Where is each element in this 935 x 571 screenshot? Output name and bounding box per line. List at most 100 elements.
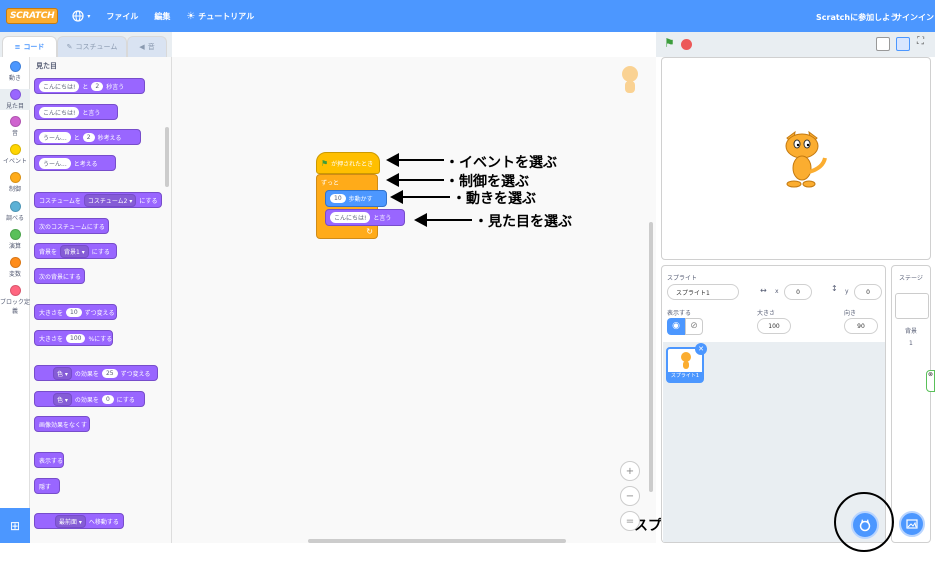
change-effect-block[interactable]: 色 ▾ の効果を 25 ずつ変える [34, 365, 158, 381]
join-link[interactable]: Scratchに参加しよう [816, 12, 898, 23]
stop-button[interactable] [681, 39, 692, 50]
file-menu[interactable]: ファイル [106, 11, 138, 22]
block-text: と言う [82, 109, 101, 117]
think-text-input[interactable]: うーん... [39, 157, 71, 169]
switch-backdrop-block[interactable]: 背景を 背景1 ▾ にする [34, 243, 117, 259]
size-input[interactable]: 100 [757, 318, 791, 334]
tab-sound[interactable]: ◀ 音 [127, 36, 167, 57]
script-workspace[interactable]: ⚑ が押されたとき ずっと ↻ 10 歩動かす こんにちは! と言う ・イベントを選ぶ… [172, 57, 828, 543]
block-text: ずつ変える [84, 309, 115, 317]
category-3[interactable]: イベント [0, 144, 30, 165]
sprite-name-input[interactable]: スプライト1 [667, 284, 739, 300]
cat-sprite-icon[interactable] [779, 128, 829, 190]
say-text-input[interactable]: こんにちは! [39, 80, 80, 92]
effect-dropdown[interactable]: 色 ▾ [53, 392, 72, 406]
stage-selector[interactable]: ステージ 背景 1 [891, 265, 931, 543]
costume-dropdown[interactable]: コスチューム2 ▾ [83, 193, 137, 207]
sprite-tile[interactable]: ✕ スプライト1 [666, 343, 707, 383]
go-to-layer-block[interactable]: 最前面 ▾ へ移動する [34, 513, 124, 529]
block-palette: 見た目 こんにちは! と 2 秒言う こんにちは! と言う うーん... と 2 秒考える う… [30, 57, 172, 543]
workspace-v-scrollbar[interactable] [649, 222, 653, 492]
add-extension-button[interactable]: ⊞ [0, 508, 30, 543]
say-block[interactable]: こんにちは! と言う [34, 104, 118, 120]
next-backdrop-block[interactable]: 次の背景にする [34, 268, 85, 284]
block-text: 秒言う [106, 83, 125, 91]
zoom-reset-button[interactable]: = [620, 511, 640, 531]
backdrop-thumbnail[interactable] [895, 293, 929, 319]
block-text: にする [139, 197, 158, 205]
say-block-script[interactable]: こんにちは! と言う [325, 209, 405, 226]
layer-dropdown[interactable]: 最前面 ▾ [55, 514, 86, 528]
speaker-icon: ◀ [139, 43, 145, 51]
hide-visible-button[interactable]: ⊘ [685, 318, 703, 335]
brush-icon: ✎ [66, 43, 73, 51]
category-7[interactable]: 変数 [0, 257, 30, 278]
fullscreen-icon[interactable]: ⛶ [917, 36, 924, 47]
category-label: 動き [8, 75, 21, 82]
size-change-input[interactable]: 10 [66, 307, 82, 317]
show-visible-button[interactable]: ◉ [667, 318, 685, 335]
next-costume-block[interactable]: 次のコスチュームにする [34, 218, 109, 234]
category-label: ブロック定義 [0, 299, 31, 315]
category-0[interactable]: 動き [0, 61, 30, 82]
say-for-secs-block[interactable]: こんにちは! と 2 秒言う [34, 78, 145, 94]
delete-sprite-button[interactable]: ✕ [695, 343, 707, 355]
tutorial-menu[interactable]: ☀ チュートリアル [186, 11, 254, 22]
show-block[interactable]: 表示する [34, 452, 64, 468]
tab-costume[interactable]: ✎ コスチューム [57, 36, 127, 57]
clear-effects-block[interactable]: 画像効果をなくす [34, 416, 90, 432]
zoom-out-button[interactable]: − [620, 486, 640, 506]
set-effect-block[interactable]: 色 ▾ の効果を 0 にする [34, 391, 145, 407]
scratch-logo[interactable]: SCRATCH [6, 8, 59, 24]
x-input[interactable]: 0 [784, 284, 812, 300]
category-5[interactable]: 調べる [0, 201, 30, 222]
language-menu[interactable]: ▾ [72, 10, 90, 22]
change-size-block[interactable]: 大きさを 10 ずつ変える [34, 304, 117, 320]
say-input[interactable]: こんにちは! [330, 212, 371, 223]
normal-stage-button[interactable] [896, 37, 910, 51]
effect-input[interactable]: 0 [101, 394, 114, 404]
tab-code[interactable]: ≡ コード [2, 36, 57, 57]
show-label: 表示する [667, 310, 692, 317]
category-6[interactable]: 演算 [0, 229, 30, 250]
effect-dropdown[interactable]: 色 ▾ [53, 366, 72, 380]
secs-input[interactable]: 2 [91, 81, 104, 91]
effect-change-input[interactable]: 25 [101, 368, 118, 378]
zoom-in-button[interactable]: + [620, 461, 640, 481]
secs-input[interactable]: 2 [82, 132, 95, 142]
cat-add-icon [859, 519, 871, 532]
move-steps-block[interactable]: 10 歩動かす [325, 190, 387, 207]
hide-block[interactable]: 隠す [34, 478, 60, 494]
extension-badge-icon[interactable]: ⊗ [926, 370, 935, 392]
think-for-secs-block[interactable]: うーん... と 2 秒考える [34, 129, 141, 145]
block-text: と [82, 83, 89, 91]
palette-scrollbar[interactable] [165, 127, 169, 187]
stage-canvas[interactable] [661, 57, 931, 260]
choose-sprite-button[interactable] [851, 511, 879, 539]
category-dot-icon [9, 257, 21, 268]
say-text-input[interactable]: こんにちは! [39, 106, 80, 118]
stage-selector-title: ステージ [899, 275, 923, 282]
think-block[interactable]: うーん... と考える [34, 155, 116, 171]
steps-input[interactable]: 10 [330, 194, 346, 203]
category-1[interactable]: 見た目 [0, 89, 30, 110]
set-size-block[interactable]: 大きさを 100 %にする [34, 330, 113, 346]
category-2[interactable]: 音 [0, 116, 30, 137]
small-stage-button[interactable] [876, 37, 890, 51]
signin-link[interactable]: サインイン [894, 12, 934, 23]
backdrop-dropdown[interactable]: 背景1 ▾ [60, 244, 89, 258]
choose-backdrop-button[interactable] [899, 511, 925, 537]
code-icon: ≡ [14, 43, 21, 51]
y-input[interactable]: 0 [854, 284, 882, 300]
green-flag-button[interactable]: ⚑ [664, 36, 675, 50]
green-flag-icon: ⚑ [321, 158, 329, 168]
size-input[interactable]: 100 [66, 333, 86, 343]
think-text-input[interactable]: うーん... [39, 131, 71, 143]
edit-menu[interactable]: 編集 [154, 11, 170, 22]
workspace-h-scrollbar[interactable] [308, 539, 566, 543]
green-flag-hat-block[interactable]: ⚑ が押されたとき [316, 152, 380, 174]
switch-costume-block[interactable]: コスチュームを コスチューム2 ▾ にする [34, 192, 162, 208]
direction-input[interactable]: 90 [844, 318, 878, 334]
category-8[interactable]: ブロック定義 [0, 285, 30, 315]
category-4[interactable]: 制御 [0, 172, 30, 193]
